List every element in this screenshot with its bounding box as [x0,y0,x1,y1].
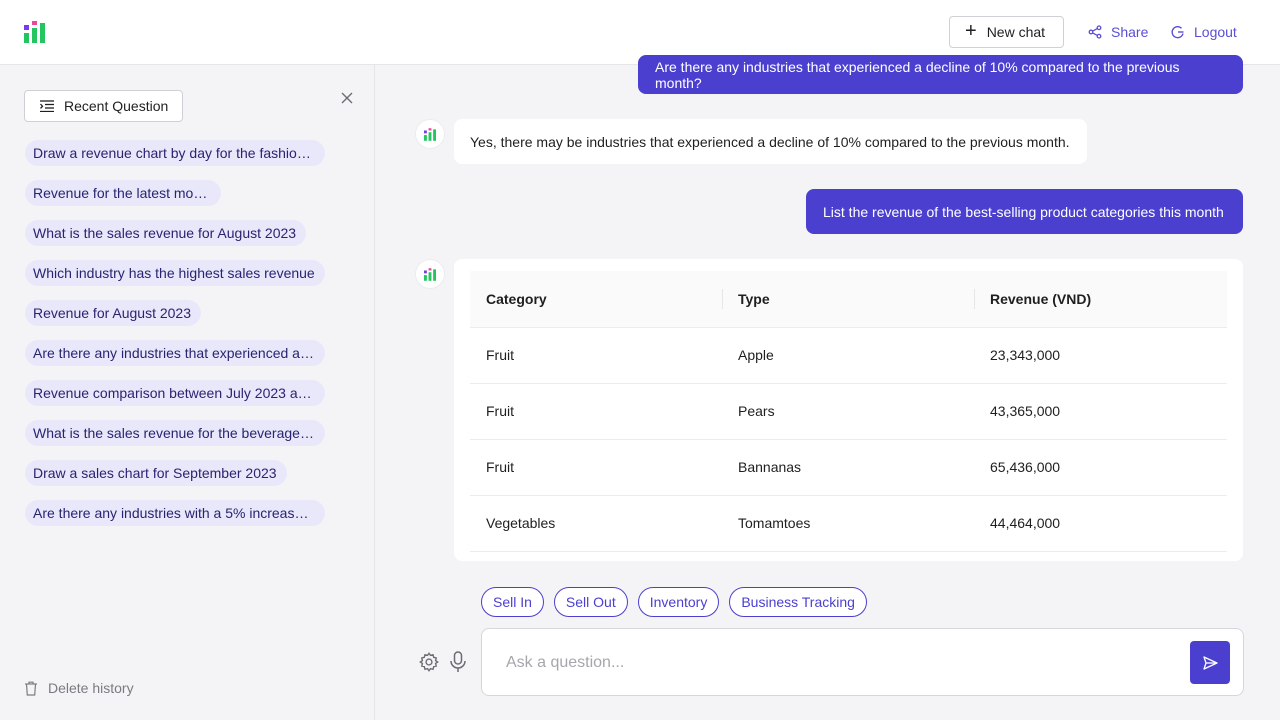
quick-filter-chips: Sell In Sell Out Inventory Business Trac… [481,587,867,617]
recent-question-item[interactable]: Revenue comparison between July 2023 and… [25,380,325,406]
cell-type: Apple [722,327,974,384]
recent-question-label: Recent Question [64,98,169,114]
share-label: Share [1111,24,1149,40]
trash-icon [25,681,37,696]
cell-category: Fruit [470,327,722,384]
user-message: Are there any industries that experience… [638,55,1243,94]
share-button[interactable]: Share [1088,22,1148,42]
cell-revenue: 43,365,000 [974,383,1227,440]
question-input[interactable] [506,651,1186,675]
recent-question-button[interactable]: Recent Question [24,90,183,122]
recent-question-item[interactable]: Draw a sales chart for September 2023 [25,460,287,486]
recent-question-item[interactable]: Which industry has the highest sales rev… [25,260,325,286]
table-row: Fruit Pears 43,365,000 [470,383,1227,440]
cell-revenue: 23,343,000 [974,327,1227,384]
table-row: Fruit Apple 23,343,000 [470,327,1227,384]
cell-category: Fruit [470,439,722,496]
sidebar: Recent Question Draw a revenue chart by … [0,65,375,720]
cell-category: Vegetables [470,495,722,552]
send-icon [1202,655,1218,670]
column-header-type: Type [722,271,974,328]
chat-area: Are there any industries that experience… [375,55,1280,720]
cell-revenue: 65,436,000 [974,439,1227,496]
bot-avatar [415,119,445,149]
send-button[interactable] [1190,641,1230,684]
question-input-box [481,628,1244,696]
logout-button[interactable]: Logout [1171,22,1237,42]
cell-revenue: 44,464,000 [974,495,1227,552]
recent-question-list: Draw a revenue chart by day for the fash… [25,140,325,540]
user-message: List the revenue of the best-selling pro… [806,189,1243,234]
cell-type: Pears [722,383,974,440]
revenue-table-card: Category Type Revenue (VND) Fruit Apple … [454,259,1243,561]
bot-message: Yes, there may be industries that experi… [454,119,1087,164]
revenue-table: Category Type Revenue (VND) Fruit Apple … [470,271,1227,552]
column-header-category: Category [470,271,722,328]
chip-sell-out[interactable]: Sell Out [553,587,628,617]
share-icon [1088,25,1102,39]
chip-inventory[interactable]: Inventory [637,587,720,617]
recent-question-item[interactable]: Are there any industries with a 5% incre… [25,500,325,526]
list-icon [40,100,54,112]
recent-question-item[interactable]: Are there any industries that experience… [25,340,325,366]
bot-logo-icon [424,127,436,141]
recent-question-item[interactable]: Revenue for the latest month [25,180,221,206]
plus-icon: + [965,20,977,42]
new-chat-label: New chat [986,24,1046,40]
table-header-row: Category Type Revenue (VND) [470,271,1227,328]
new-chat-button[interactable]: + New chat [949,16,1064,48]
delete-history-label: Delete history [48,680,134,696]
column-header-revenue: Revenue (VND) [974,271,1227,328]
logout-label: Logout [1194,24,1237,40]
logout-icon [1171,25,1184,39]
table-row: Fruit Bannanas 65,436,000 [470,439,1227,496]
settings-gear-icon[interactable] [418,651,440,673]
recent-question-item[interactable]: Draw a revenue chart by day for the fash… [25,140,325,166]
bot-logo-icon [424,267,436,281]
recent-question-item[interactable]: What is the sales revenue for August 202… [25,220,307,246]
chip-business-tracking[interactable]: Business Tracking [729,587,867,617]
app-logo-icon[interactable] [24,21,45,43]
table-row: Vegetables Tomamtoes 44,464,000 [470,495,1227,552]
bot-avatar [415,259,445,289]
cell-category: Fruit [470,383,722,440]
recent-question-item[interactable]: What is the sales revenue for the bevera… [25,420,325,446]
close-icon[interactable] [339,90,355,106]
microphone-icon[interactable] [449,651,467,673]
cell-type: Tomamtoes [722,495,974,552]
recent-question-item[interactable]: Revenue for August 2023 [25,300,202,326]
cell-type: Bannanas [722,439,974,496]
delete-history-button[interactable]: Delete history [24,680,134,696]
chip-sell-in[interactable]: Sell In [481,587,544,617]
